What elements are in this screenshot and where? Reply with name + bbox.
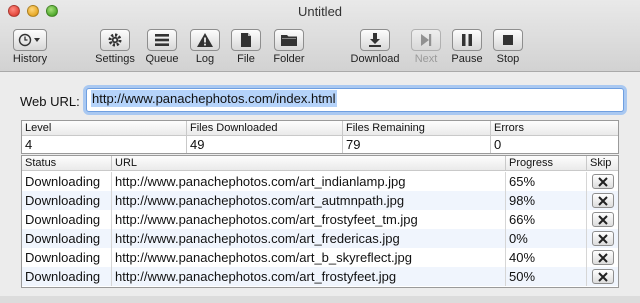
- history-tool[interactable]: History: [0, 29, 60, 65]
- stop-button[interactable]: [493, 29, 523, 51]
- column-header-url[interactable]: URL: [112, 156, 506, 171]
- row-url: http://www.panachephotos.com/art_autmnpa…: [112, 191, 506, 210]
- close-icon: [598, 233, 608, 244]
- list-icon: [155, 34, 169, 46]
- web-url-label: Web URL:: [20, 94, 80, 109]
- folder-icon: [281, 35, 297, 46]
- stats-header: Files Downloaded: [187, 121, 342, 136]
- skip-button[interactable]: [592, 269, 614, 284]
- close-icon: [598, 214, 608, 225]
- table-row[interactable]: Downloading http://www.panachephotos.com/…: [22, 248, 618, 267]
- row-status: Downloading: [22, 248, 112, 267]
- row-url: http://www.panachephotos.com/art_b_skyre…: [112, 248, 506, 267]
- table-row[interactable]: Downloading http://www.panachephotos.com/…: [22, 267, 618, 286]
- web-url-value: http://www.panachephotos.com/index.html: [91, 90, 337, 107]
- row-status: Downloading: [22, 172, 112, 191]
- file-button[interactable]: [231, 29, 261, 51]
- download-icon: [369, 33, 381, 47]
- row-progress: 65%: [506, 172, 587, 191]
- row-url: http://www.panachephotos.com/art_indianl…: [112, 172, 506, 191]
- row-status: Downloading: [22, 267, 112, 286]
- next-icon: [421, 34, 432, 46]
- row-url: http://www.panachephotos.com/art_frostyf…: [112, 210, 506, 229]
- skip-button[interactable]: [592, 174, 614, 189]
- stats-errors: Errors 0: [491, 121, 618, 153]
- row-progress: 66%: [506, 210, 587, 229]
- row-progress: 0%: [506, 229, 587, 248]
- clock-icon: [18, 33, 40, 47]
- stats-value: 79: [346, 137, 361, 152]
- stats-files-downloaded: Files Downloaded 49: [187, 121, 343, 153]
- table-row[interactable]: Downloading http://www.panachephotos.com/…: [22, 191, 618, 210]
- stats-header: Files Remaining: [343, 121, 490, 136]
- stats-value: 4: [25, 137, 33, 152]
- close-icon: [598, 195, 608, 206]
- row-url: http://www.panachephotos.com/art_frostyf…: [112, 267, 506, 286]
- settings-button[interactable]: [100, 29, 130, 51]
- pause-icon: [462, 34, 472, 46]
- document-icon: [241, 33, 251, 47]
- window-title: Untitled: [297, 4, 343, 19]
- gear-icon: [108, 33, 122, 47]
- app-window: Untitled History Settings Queue Log File…: [0, 0, 640, 303]
- folder-tool[interactable]: Folder: [259, 29, 319, 65]
- close-icon: [598, 252, 608, 263]
- folder-button[interactable]: [274, 29, 304, 51]
- close-icon: [598, 271, 608, 282]
- row-skip-cell: [587, 172, 618, 191]
- web-url-input[interactable]: http://www.panachephotos.com/index.html: [86, 88, 624, 112]
- stats-table: Level 4 Files Downloaded 49 Files Remain…: [21, 120, 619, 154]
- row-skip-cell: [587, 210, 618, 229]
- history-label: History: [12, 53, 48, 65]
- history-button[interactable]: [13, 29, 47, 51]
- folder-label: Folder: [273, 53, 305, 65]
- row-status: Downloading: [22, 210, 112, 229]
- stats-files-remaining: Files Remaining 79: [343, 121, 491, 153]
- downloads-header-row: Status URL Progress Skip: [22, 156, 618, 171]
- column-header-status[interactable]: Status: [22, 156, 112, 171]
- stop-tool[interactable]: Stop: [478, 29, 538, 65]
- row-progress: 50%: [506, 267, 587, 286]
- window-bottom-bar: [0, 296, 640, 303]
- row-status: Downloading: [22, 229, 112, 248]
- row-skip-cell: [587, 267, 618, 286]
- stats-value: 49: [190, 137, 205, 152]
- stats-value: 0: [494, 137, 502, 152]
- stats-header: Errors: [491, 121, 618, 136]
- column-header-progress[interactable]: Progress: [506, 156, 587, 171]
- warning-icon: [197, 33, 213, 47]
- row-url: http://www.panachephotos.com/art_frederi…: [112, 229, 506, 248]
- row-progress: 98%: [506, 191, 587, 210]
- close-icon: [598, 176, 608, 187]
- skip-button[interactable]: [592, 250, 614, 265]
- downloads-table: Status URL Progress Skip Downloading http…: [21, 155, 619, 288]
- table-row[interactable]: Downloading http://www.panachephotos.com/…: [22, 210, 618, 229]
- title-bar: Untitled History Settings Queue Log File…: [0, 0, 640, 72]
- row-progress: 40%: [506, 248, 587, 267]
- row-skip-cell: [587, 229, 618, 248]
- download-button[interactable]: [360, 29, 390, 51]
- stop-label: Stop: [496, 53, 520, 65]
- skip-button[interactable]: [592, 212, 614, 227]
- skip-button[interactable]: [592, 193, 614, 208]
- row-status: Downloading: [22, 191, 112, 210]
- table-row[interactable]: Downloading http://www.panachephotos.com/…: [22, 229, 618, 248]
- stop-icon: [503, 35, 513, 45]
- row-skip-cell: [587, 191, 618, 210]
- row-skip-cell: [587, 248, 618, 267]
- column-header-skip[interactable]: Skip: [587, 156, 618, 171]
- skip-button[interactable]: [592, 231, 614, 246]
- table-row[interactable]: Downloading http://www.panachephotos.com/…: [22, 172, 618, 191]
- queue-button[interactable]: [147, 29, 177, 51]
- stats-level: Level 4: [22, 121, 187, 153]
- stats-header: Level: [22, 121, 186, 136]
